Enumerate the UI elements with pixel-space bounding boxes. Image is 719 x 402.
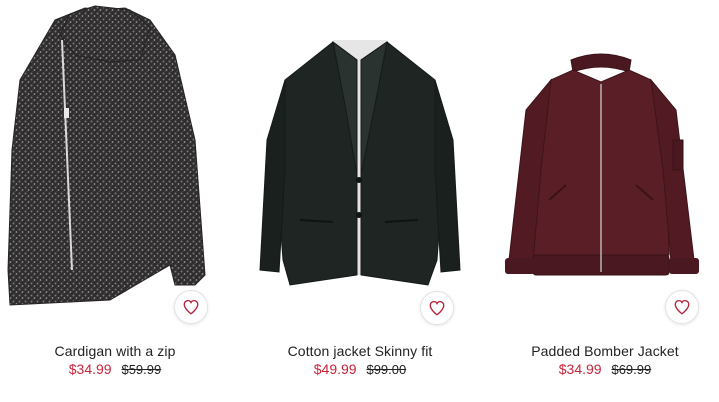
product-image-blazer[interactable]: [245, 0, 475, 330]
favorite-button[interactable]: [420, 291, 454, 325]
sale-price: $49.99: [313, 361, 357, 377]
price-row: $49.99 $99.00: [245, 361, 475, 377]
favorite-button[interactable]: [665, 290, 699, 324]
product-card[interactable]: Cotton jacket Skinny fit $49.99 $99.00: [245, 0, 475, 402]
heart-icon: [429, 300, 445, 316]
favorite-button[interactable]: [174, 290, 208, 324]
product-card[interactable]: Cardigan with a zip $34.99 $59.99: [0, 0, 230, 402]
original-price: $59.99: [121, 362, 162, 377]
original-price: $99.00: [366, 362, 407, 377]
product-name[interactable]: Padded Bomber Jacket: [491, 343, 719, 359]
product-card[interactable]: Padded Bomber Jacket $34.99 $69.99: [491, 0, 719, 402]
product-name[interactable]: Cotton jacket Skinny fit: [245, 343, 475, 359]
product-image-bomber[interactable]: [491, 0, 719, 330]
product-grid: Cardigan with a zip $34.99 $59.99 Cotton…: [0, 0, 719, 402]
sale-price: $34.99: [558, 361, 602, 377]
price-row: $34.99 $69.99: [491, 361, 719, 377]
product-name[interactable]: Cardigan with a zip: [0, 343, 230, 359]
product-image-cardigan[interactable]: [0, 0, 230, 330]
heart-icon: [183, 299, 199, 315]
heart-icon: [674, 299, 690, 315]
sale-price: $34.99: [68, 361, 112, 377]
price-row: $34.99 $59.99: [0, 361, 230, 377]
original-price: $69.99: [611, 362, 652, 377]
